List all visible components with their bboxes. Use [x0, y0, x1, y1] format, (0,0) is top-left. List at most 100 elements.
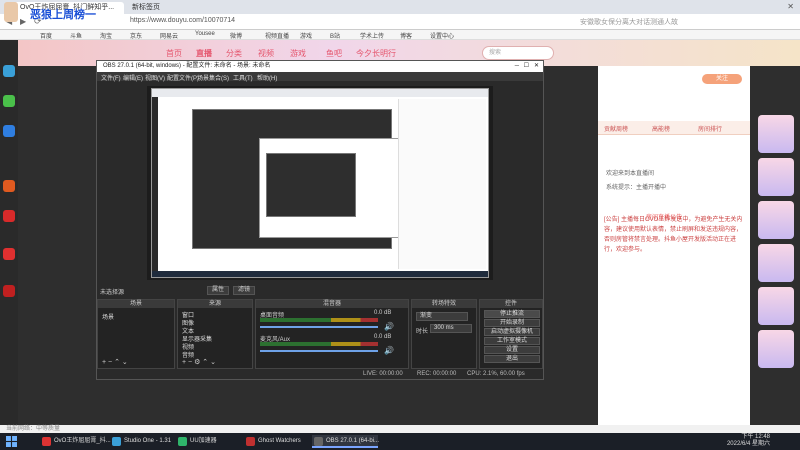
duration-input[interactable]: 300 ms	[430, 324, 472, 333]
app-icon[interactable]	[3, 180, 15, 192]
room-title: 恶狼上周榜一	[30, 9, 96, 21]
bookmark-item[interactable]: 京东	[130, 31, 142, 40]
taskbar-app-studio-one[interactable]: Studio One - 1.31	[110, 435, 174, 448]
obs-window: OBS 27.0.1 (64-bit, windows) - 配置文件: 未命名…	[96, 60, 544, 380]
bookmark-item[interactable]: 百度	[40, 31, 52, 40]
taskbar-app-uu[interactable]: UU加速器	[176, 435, 240, 448]
cpu-status: CPU: 2.1%, 60.00 fps	[467, 371, 525, 377]
bookmark-item[interactable]: 学术上传	[360, 31, 384, 40]
tab-weekly-rank[interactable]: 贡献周榜	[604, 124, 628, 133]
selected-source-label: 未选择源	[100, 290, 125, 296]
maximize-icon[interactable]: ☐	[524, 61, 529, 72]
tab-room-rank[interactable]: 房间排行	[698, 124, 722, 133]
browser-tab-strip: OvO王炸屈屈膏_抖门鲜知乎... 新标签页 ✕	[0, 0, 800, 14]
nav-video[interactable]: 视频	[258, 48, 274, 59]
bookmark-item[interactable]: 斗鱼	[70, 31, 82, 40]
speaker-icon[interactable]: 🔊	[384, 322, 394, 331]
app-icon[interactable]	[3, 95, 15, 107]
captured-right-panel	[398, 99, 486, 269]
windows-start-icon[interactable]	[6, 436, 17, 447]
system-clock[interactable]: 下午 12:48 2022/6/4 星期六	[727, 434, 770, 448]
rank-tabs: 贡献周榜 高能榜 房间排行	[598, 121, 750, 135]
settings-button[interactable]: 设置	[484, 346, 540, 354]
promo-banner[interactable]	[758, 287, 794, 325]
volume-slider[interactable]	[260, 350, 378, 352]
nav-live[interactable]: 直播	[196, 48, 212, 59]
track-db: 0.0 dB	[374, 310, 392, 316]
bookmark-item[interactable]: Yousee	[195, 31, 215, 37]
bookmark-item[interactable]: 博客	[400, 31, 412, 40]
menu-tools[interactable]: 工具(T)	[233, 73, 253, 82]
menu-profile[interactable]: 配置文件(P)	[167, 73, 199, 82]
taskbar-app-label: OvO王炸屈屈膏_抖...	[54, 438, 111, 444]
menu-file[interactable]: 文件(F)	[101, 73, 121, 82]
menu-edit[interactable]: 编辑(E)	[123, 73, 143, 82]
taskbar-app-ghost-watchers[interactable]: Ghost Watchers	[244, 435, 308, 448]
address-bar[interactable]: ◀ ▶ ⟳ https://www.douyu.com/10070714 安徽歌…	[0, 14, 800, 30]
add-remove-controls[interactable]: + − ⚙ ⌃ ⌄	[182, 358, 216, 366]
start-recording-button[interactable]: 开始录制	[484, 319, 540, 327]
app-icon[interactable]	[3, 210, 15, 222]
promo-banner[interactable]	[758, 201, 794, 239]
nav-yuba[interactable]: 鱼吧	[326, 48, 342, 59]
close-icon[interactable]: ✕	[787, 2, 794, 11]
avatar[interactable]	[4, 2, 18, 22]
windows-taskbar: OvO王炸屈屈膏_抖... Studio One - 1.31 UU加速器 Gh…	[0, 433, 800, 450]
clock-time: 下午 12:48	[741, 434, 770, 440]
bookmark-item[interactable]: 淘宝	[100, 31, 112, 40]
forward-icon[interactable]: ▶	[20, 17, 26, 26]
nav-category[interactable]: 分类	[226, 48, 242, 59]
transition-select[interactable]: 渐变	[416, 312, 468, 321]
exit-button[interactable]: 退出	[484, 355, 540, 363]
browser-tab[interactable]: 新标签页	[126, 2, 186, 14]
obs-preview[interactable]	[147, 86, 493, 280]
bookmark-item[interactable]: 设置中心	[430, 31, 454, 40]
bookmark-item[interactable]: 网易云	[160, 31, 178, 40]
close-icon[interactable]: ✕	[534, 61, 539, 72]
captured-taskbar	[152, 271, 488, 277]
promo-banner[interactable]	[758, 115, 794, 153]
virtual-camera-button[interactable]: 启动虚拟摄像机	[484, 328, 540, 336]
nav-game[interactable]: 游戏	[290, 48, 306, 59]
menu-scene-collection[interactable]: 场景集合(S)	[197, 73, 229, 82]
bookmark-item[interactable]: 视频直播	[265, 31, 289, 40]
app-icon[interactable]	[3, 248, 15, 260]
nav-event[interactable]: 今夕长明行	[356, 48, 396, 59]
speaker-icon[interactable]: 🔊	[384, 346, 394, 355]
bookmark-item[interactable]: 微博	[230, 31, 242, 40]
dock-title: 控件	[480, 300, 542, 308]
rec-status: REC: 00:00:00	[417, 371, 457, 377]
promo-banner[interactable]	[758, 158, 794, 196]
app-icon[interactable]	[3, 125, 15, 137]
captured-browser-bar	[152, 89, 488, 97]
studio-mode-button[interactable]: 工作室模式	[484, 337, 540, 345]
app-icon[interactable]	[3, 285, 15, 297]
dock-title: 转场特效	[412, 300, 476, 308]
stop-streaming-button[interactable]: 停止推流	[484, 310, 540, 318]
app-icon[interactable]	[3, 65, 15, 77]
tab-energy-rank[interactable]: 高能榜	[652, 124, 670, 133]
menu-help[interactable]: 帮助(H)	[257, 73, 277, 82]
scene-item[interactable]: 场景	[102, 312, 114, 321]
bookmark-item[interactable]: B站	[330, 31, 340, 40]
menu-view[interactable]: 视图(V)	[145, 73, 165, 82]
volume-slider[interactable]	[260, 326, 378, 328]
search-suggestion[interactable]: 安徽歌女保分离大对话测通人故	[580, 17, 678, 27]
filters-button[interactable]: 滤镜	[233, 286, 255, 295]
track-db: 0.0 dB	[374, 334, 392, 340]
sources-dock: 来源 窗口 图像 文本 显示器采集 视频 音频 + − ⚙ ⌃ ⌄	[177, 299, 253, 369]
follow-button[interactable]: 关注	[702, 74, 742, 84]
taskbar-app-browser[interactable]: OvO王炸屈屈膏_抖...	[40, 435, 111, 448]
obs-title-bar[interactable]: OBS 27.0.1 (64-bit, windows) - 配置文件: 未命名…	[97, 61, 543, 72]
promo-banner[interactable]	[758, 330, 794, 368]
add-remove-controls[interactable]: + − ⌃ ⌄	[102, 358, 128, 366]
site-search-input[interactable]: 搜索	[482, 46, 554, 60]
properties-button[interactable]: 属性	[207, 286, 229, 295]
minimize-icon[interactable]: ─	[515, 61, 519, 72]
taskbar-app-label: UU加速器	[190, 438, 217, 444]
url-text[interactable]: https://www.douyu.com/10070714	[130, 17, 235, 24]
taskbar-app-obs[interactable]: OBS 27.0.1 (64-bi...	[312, 435, 379, 448]
promo-banner[interactable]	[758, 244, 794, 282]
bookmark-item[interactable]: 游戏	[300, 31, 312, 40]
nav-home[interactable]: 首页	[166, 48, 182, 59]
